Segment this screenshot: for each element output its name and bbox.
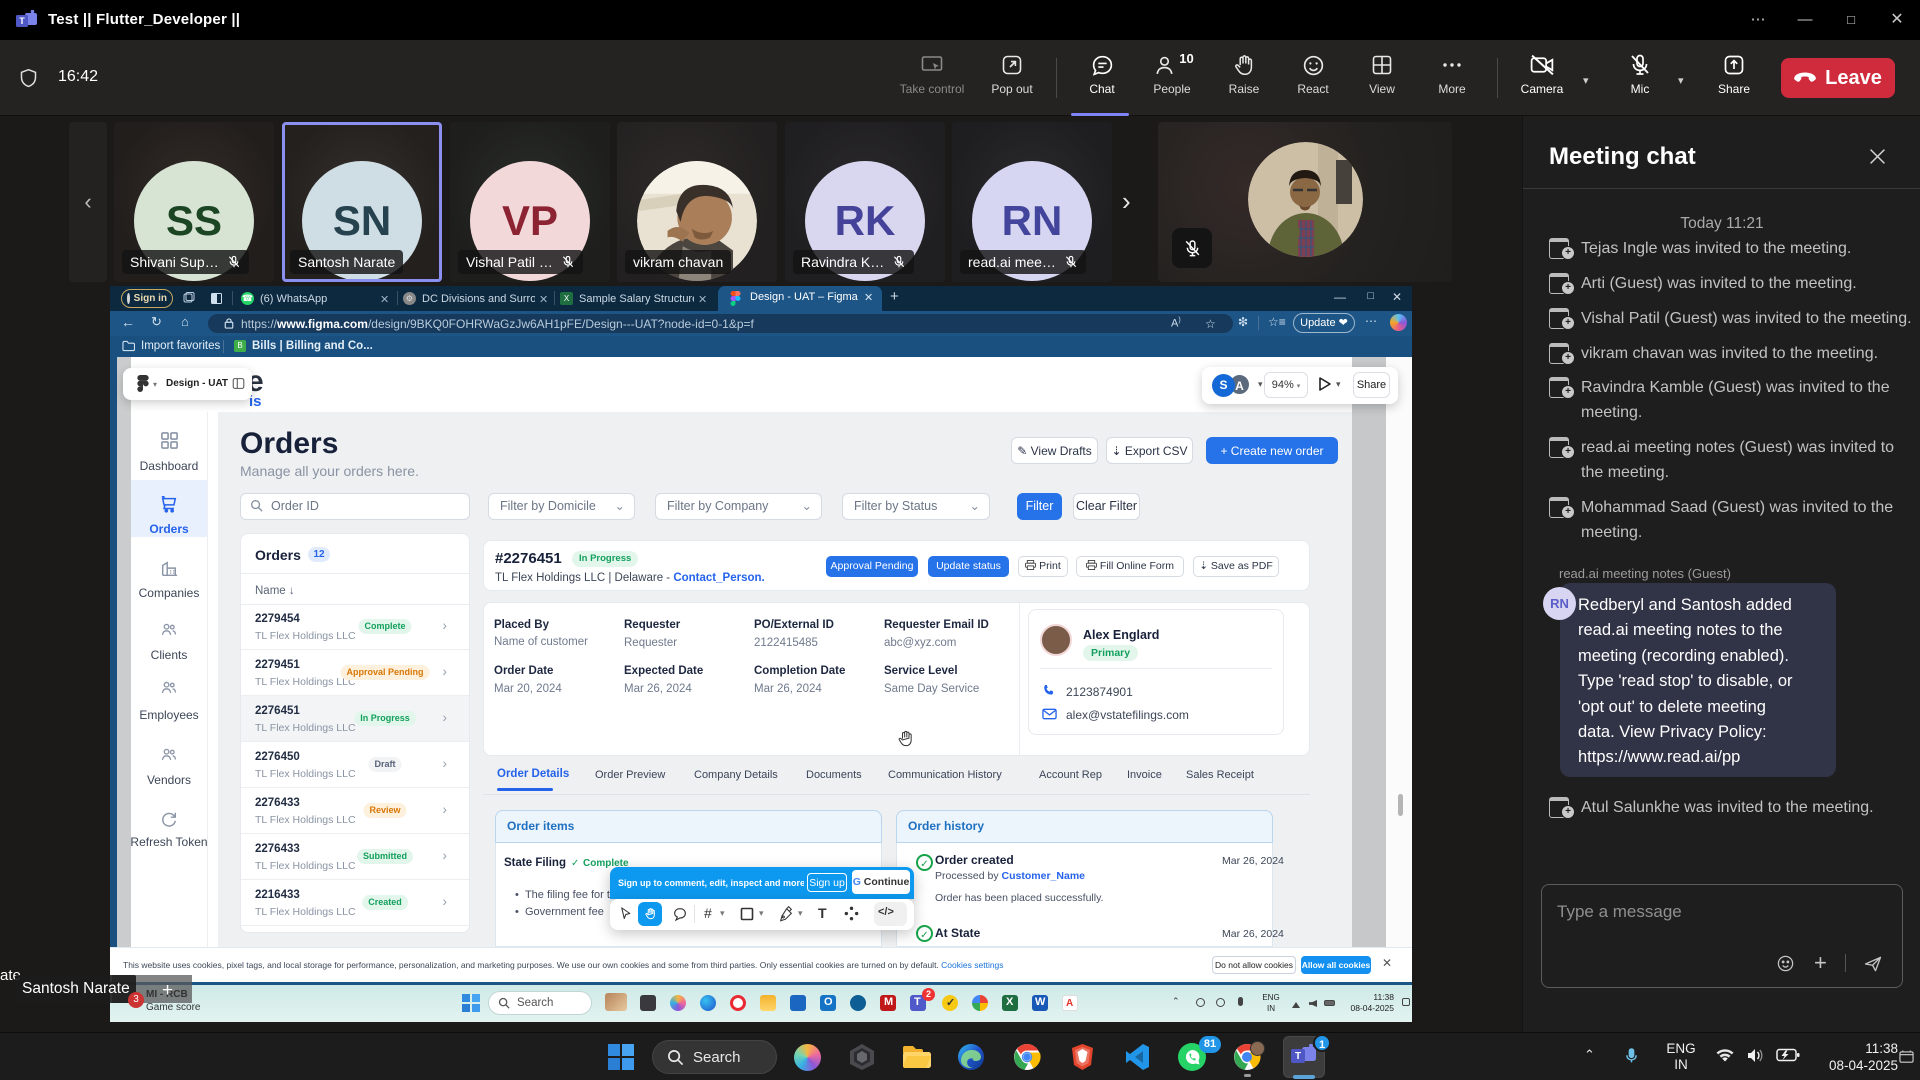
svg-text:T: T <box>1295 1051 1301 1062</box>
svg-text:T: T <box>19 16 25 26</box>
